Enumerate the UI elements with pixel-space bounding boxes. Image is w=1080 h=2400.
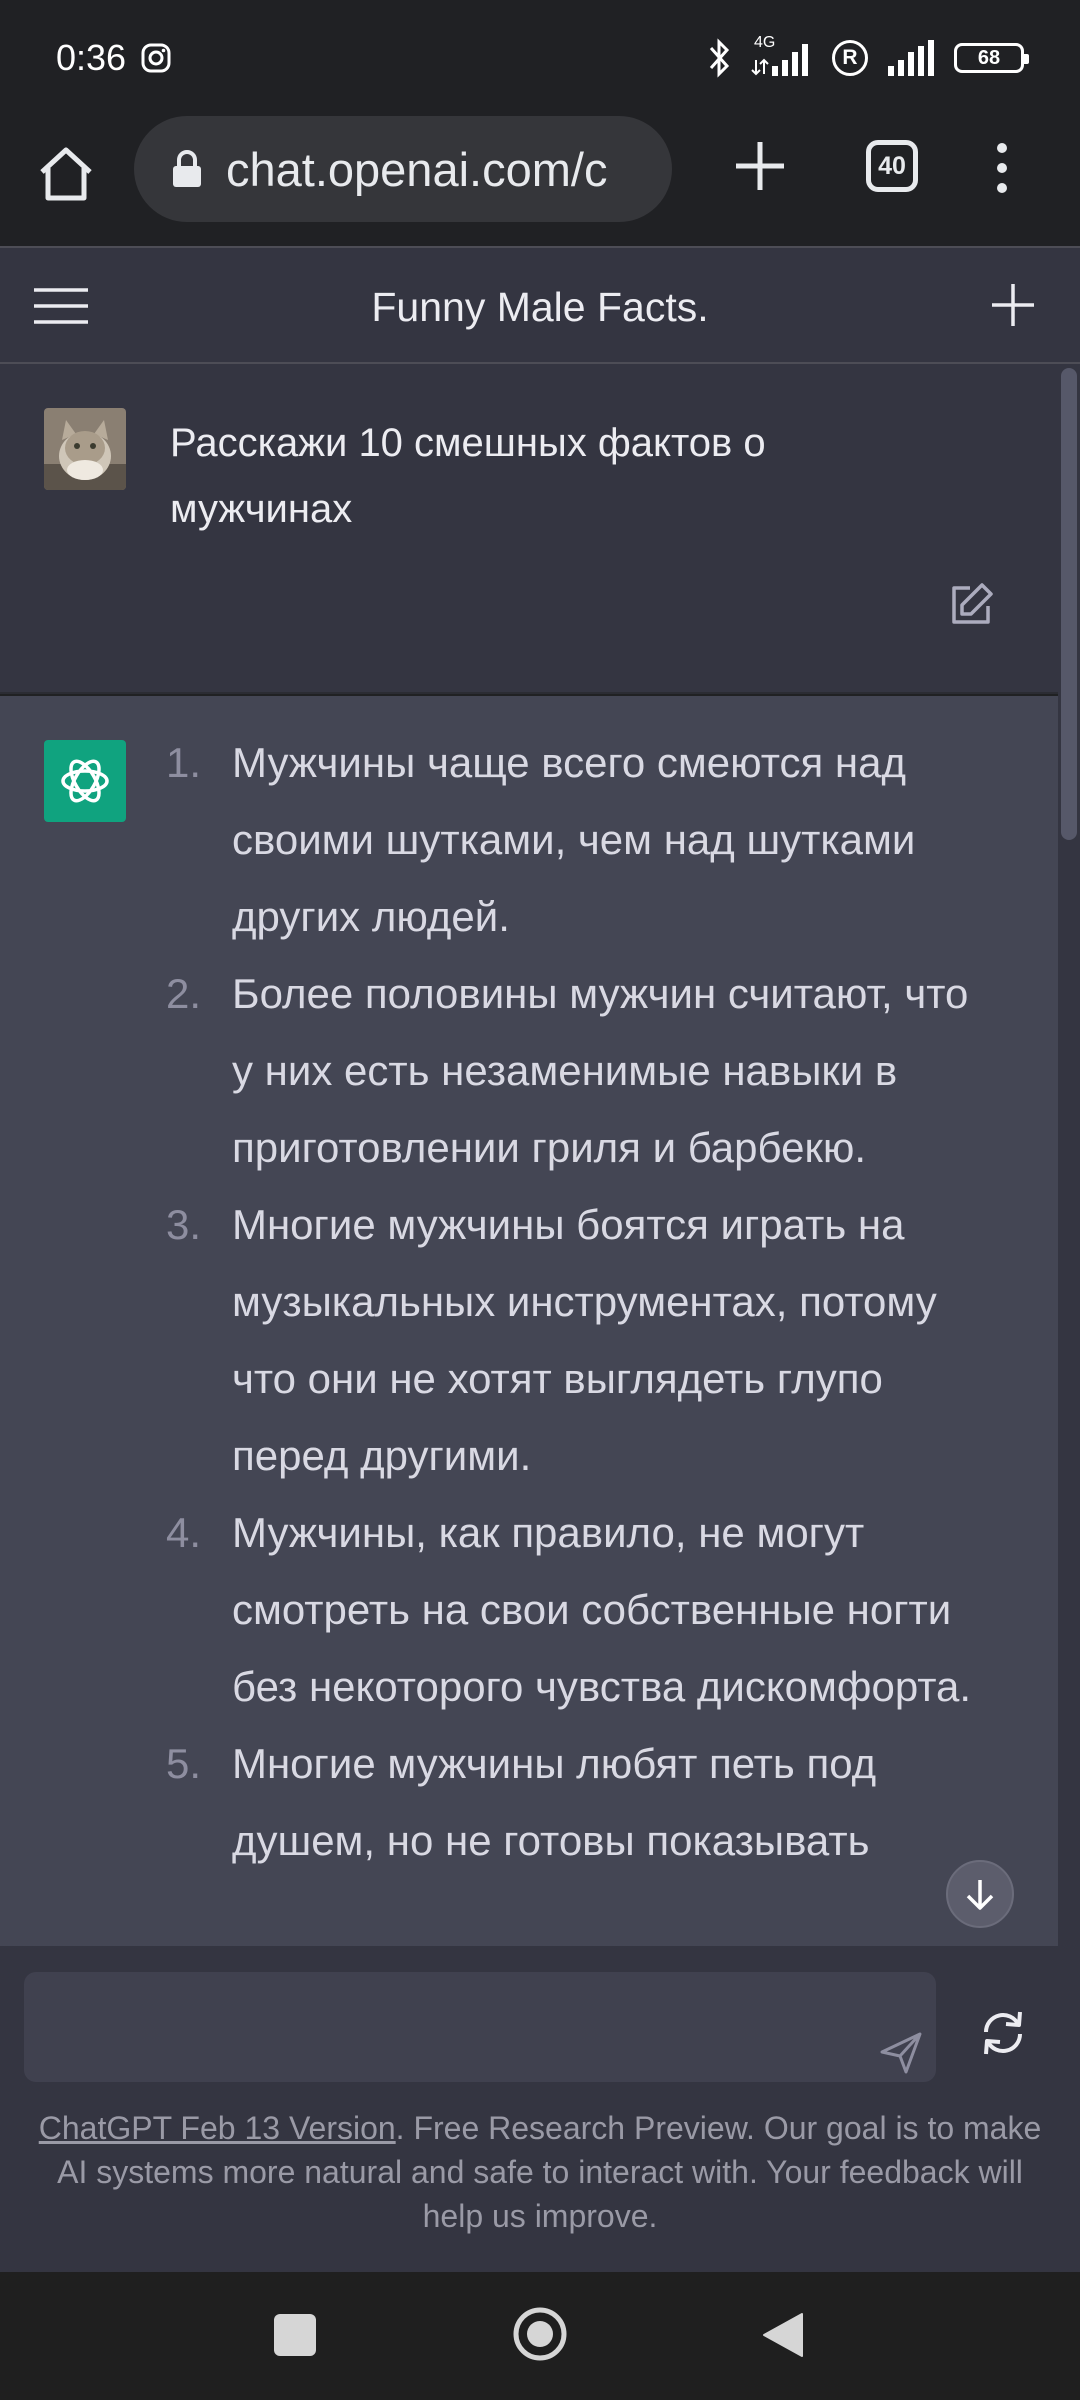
back-nav-icon[interactable]	[760, 2310, 806, 2360]
assistant-message: 1. Мужчины чаще всего смеются над своими…	[0, 696, 1058, 1946]
browser-toolbar: chat.openai.com/c 40	[0, 116, 1080, 246]
lock-icon	[173, 150, 201, 187]
status-time: 0:36	[56, 37, 127, 78]
composer: ChatGPT Feb 13 Version. Free Research Pr…	[0, 1946, 1080, 2272]
version-link[interactable]: ChatGPT Feb 13 Version	[39, 2110, 396, 2146]
roaming-icon: R	[832, 40, 868, 76]
tab-count: 40	[878, 151, 906, 180]
list-item: 3. Многие мужчины боятся играть на музык…	[160, 1186, 1000, 1494]
list-item-number: 1.	[166, 739, 202, 786]
bluetooth-icon	[709, 38, 730, 78]
list-item: 1. Мужчины чаще всего смеются над своими…	[160, 724, 1000, 955]
send-icon[interactable]	[878, 2030, 924, 2076]
list-item: 4. Мужчины, как правило, не могут смотре…	[160, 1494, 1000, 1725]
facts-list: 1. Мужчины чаще всего смеются над своими…	[160, 724, 1000, 1879]
list-item-number: 5.	[166, 1740, 202, 1787]
chat-title: Funny Male Facts.	[371, 284, 709, 330]
instagram-icon	[141, 43, 171, 73]
home-nav-icon[interactable]	[512, 2306, 568, 2362]
list-item-number: 3.	[166, 1201, 202, 1248]
list-item-text: Мужчины чаще всего смеются над своими шу…	[232, 739, 916, 940]
list-item: 2. Более половины мужчин считают, что у …	[160, 955, 1000, 1186]
regenerate-icon[interactable]	[976, 2006, 1030, 2060]
home-icon[interactable]	[34, 142, 98, 206]
new-chat-icon[interactable]	[990, 282, 1036, 328]
message-input[interactable]	[24, 1972, 936, 2082]
new-tab-icon[interactable]	[730, 136, 790, 196]
more-vertical-icon[interactable]	[990, 138, 1014, 198]
list-item-number: 2.	[166, 970, 202, 1017]
list-item-number: 4.	[166, 1509, 202, 1556]
message-list[interactable]: Расскажи 10 смешных фактов о мужчинах 1.…	[0, 364, 1058, 1946]
list-item-text: Более половины мужчин считают, что у них…	[232, 970, 969, 1171]
address-bar[interactable]: chat.openai.com/c	[134, 116, 672, 222]
roaming-label: R	[842, 46, 858, 69]
edit-icon[interactable]	[946, 580, 996, 630]
url-text: chat.openai.com/c	[226, 142, 608, 196]
user-message-text: Расскажи 10 смешных фактов о мужчинах	[170, 421, 766, 531]
battery-icon: 68	[954, 43, 1029, 73]
chat-header: Funny Male Facts.	[0, 246, 1080, 364]
list-item-text: Многие мужчины боятся играть на музыкаль…	[232, 1201, 937, 1479]
signal-icon	[888, 40, 934, 76]
list-item: 5. Многие мужчины любят петь под душем, …	[160, 1725, 1000, 1879]
user-message: Расскажи 10 смешных фактов о мужчинах	[0, 364, 1058, 694]
signal-4g-icon: 4G	[750, 34, 814, 78]
arrow-down-icon	[966, 1880, 994, 1910]
battery-level: 68	[977, 46, 1001, 69]
list-item-text: Многие мужчины любят петь под душем, но …	[232, 1740, 877, 1864]
status-bar: 0:36 4G R 68	[0, 0, 1080, 116]
disclaimer: ChatGPT Feb 13 Version. Free Research Pr…	[30, 2106, 1050, 2238]
scrollbar-thumb[interactable]	[1061, 368, 1077, 840]
system-nav-bar	[0, 2272, 1080, 2400]
user-avatar	[44, 408, 126, 490]
recents-button[interactable]	[274, 2314, 316, 2356]
chatgpt-logo-icon	[44, 740, 126, 822]
tab-switcher-button[interactable]: 40	[866, 140, 918, 192]
list-item-text: Мужчины, как правило, не могут смотреть …	[232, 1509, 972, 1710]
scroll-to-bottom-button[interactable]	[946, 1860, 1014, 1928]
